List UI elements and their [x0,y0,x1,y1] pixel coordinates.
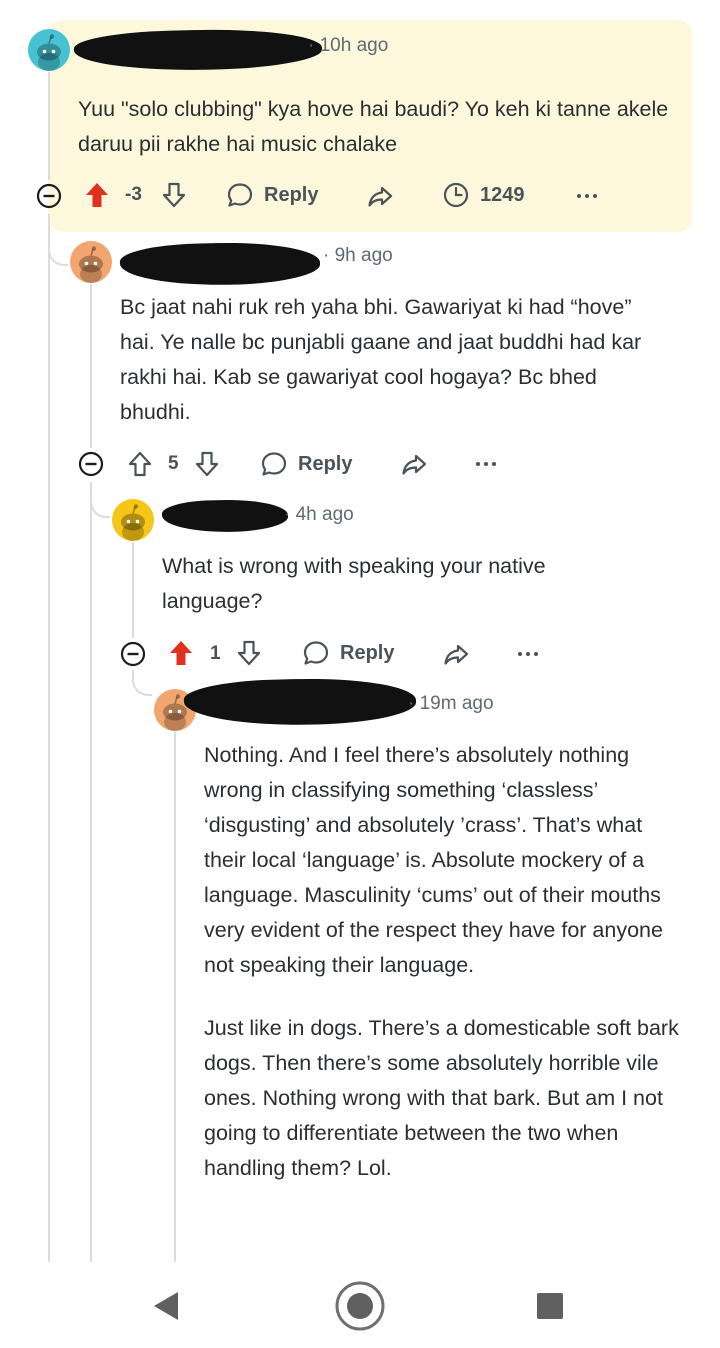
clock-icon [442,181,470,209]
thread-branch-3 [90,496,110,518]
snoo-avatar-icon [28,29,70,71]
redacted-username [183,675,417,729]
thread-branch-2 [48,244,68,266]
comment-body: Yuu "solo clubbing" kya hove hai baudi? … [78,92,682,162]
comment-paragraph: Just like in dogs. There’s a domesticabl… [204,1016,679,1180]
reply-label: Reply [264,183,319,206]
reply-label: Reply [298,452,353,475]
upvote-icon[interactable] [84,181,110,209]
comment-paragraph: What is wrong with speaking your native … [162,554,546,613]
avatar[interactable] [70,241,112,283]
avatar[interactable] [112,499,154,541]
collapse-icon[interactable] [78,451,104,477]
comment-paragraph: Bc jaat nahi ruk reh yaha bhi. Gawariyat… [120,295,642,424]
more-options-icon[interactable] [575,192,599,200]
square-recents-icon [537,1293,563,1319]
share-icon[interactable] [366,183,394,211]
downvote-icon[interactable] [194,450,220,478]
awards-button[interactable]: 1249 [442,181,525,209]
thread-line-1 [48,72,50,180]
comment-meta: · 10h ago [308,35,389,56]
thread-line-2 [90,284,92,448]
vote-count: 1 [210,643,221,664]
triangle-back-icon [154,1292,178,1320]
comment-paragraph: Nothing. And I feel there’s absolutely n… [204,743,663,977]
snoo-avatar-icon [112,499,154,541]
snoo-avatar-icon [70,241,112,283]
more-options-icon[interactable] [474,460,498,468]
timestamp: 9h ago [334,245,393,266]
redacted-username [119,240,321,288]
comment-meta: · 9h ago [323,245,393,266]
system-navigation-bar [0,1262,720,1348]
upvote-icon[interactable] [168,639,194,667]
awards-count: 1249 [480,183,525,206]
comment-body: Bc jaat nahi ruk reh yaha bhi. Gawariyat… [120,290,660,430]
thread-line-1-continued [48,214,50,1264]
downvote-icon[interactable] [236,639,262,667]
upvote-icon[interactable] [127,450,153,478]
thread-line-3 [132,542,134,638]
more-options-icon[interactable] [516,650,540,658]
comment-paragraph: Yuu "solo clubbing" kya hove hai baudi? … [78,97,669,156]
comment-meta: · 19m ago [408,693,494,714]
reply-label: Reply [340,641,395,664]
thread-line-4 [174,732,176,1264]
reply-button[interactable]: Reply [260,450,352,478]
comment-body: What is wrong with speaking your native … [162,549,642,619]
speech-bubble-icon [226,181,254,209]
thread-branch-4 [132,670,152,696]
home-button[interactable] [334,1280,386,1337]
comment-meta: · 4h ago [284,504,354,525]
comment-body: Nothing. And I feel there’s absolutely n… [204,738,686,1186]
avatar[interactable] [28,29,70,71]
vote-count: -3 [125,184,142,205]
reply-button[interactable]: Reply [302,639,394,667]
recents-button[interactable] [536,1292,564,1325]
timestamp: 19m ago [419,693,494,714]
circle-home-icon [335,1281,385,1331]
timestamp: 4h ago [295,504,354,525]
vote-count: 5 [168,453,179,474]
timestamp: 10h ago [319,35,389,56]
reply-button[interactable]: Reply [226,181,318,209]
collapse-icon[interactable] [120,641,146,667]
back-button[interactable] [152,1290,182,1327]
thread-line-2-continued [90,482,92,1264]
share-icon[interactable] [442,641,470,669]
share-icon[interactable] [400,451,428,479]
collapse-icon[interactable] [36,183,62,209]
downvote-icon[interactable] [161,181,187,209]
speech-bubble-icon [260,450,288,478]
speech-bubble-icon [302,639,330,667]
redacted-username [161,498,289,534]
